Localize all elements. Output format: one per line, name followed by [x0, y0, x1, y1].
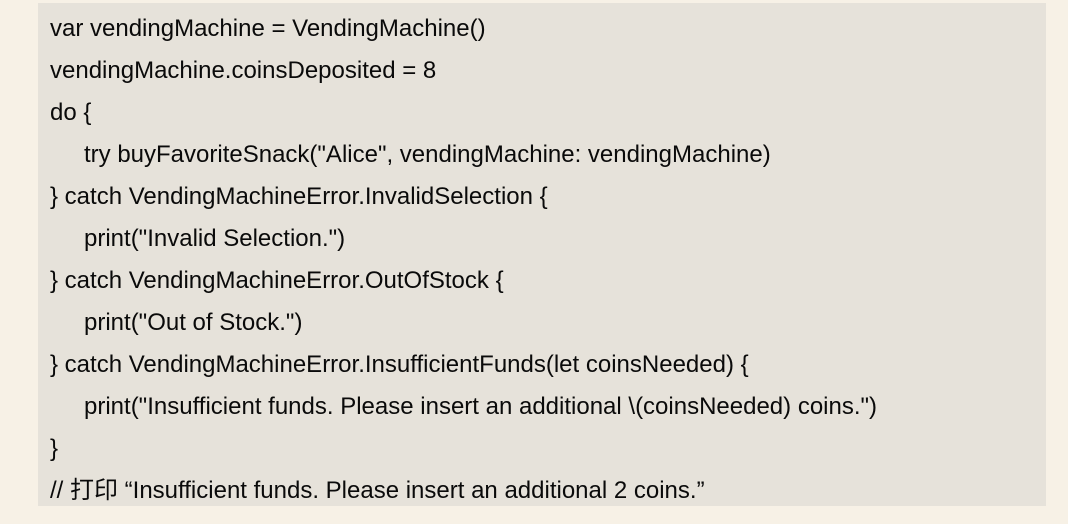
code-comment-line: // 打印 “Insufficient funds. Please insert… — [50, 477, 705, 504]
code-line: } catch VendingMachineError.Insufficient… — [50, 351, 749, 378]
code-line: } catch VendingMachineError.InvalidSelec… — [50, 183, 548, 210]
code-line: print("Insufficient funds. Please insert… — [84, 393, 878, 420]
code-block: var vendingMachine = VendingMachine() ve… — [38, 3, 1046, 506]
code-line: } — [50, 435, 59, 462]
code-line: vendingMachine.coinsDeposited = 8 — [50, 57, 437, 84]
code-line: print("Invalid Selection.") — [84, 225, 346, 252]
code-line: print("Out of Stock.") — [84, 309, 303, 336]
code-line: var vendingMachine = VendingMachine() — [50, 15, 486, 42]
code-line: try buyFavoriteSnack("Alice", vendingMac… — [84, 141, 771, 168]
code-line: } catch VendingMachineError.OutOfStock { — [50, 267, 504, 294]
code-line: do { — [50, 99, 92, 126]
